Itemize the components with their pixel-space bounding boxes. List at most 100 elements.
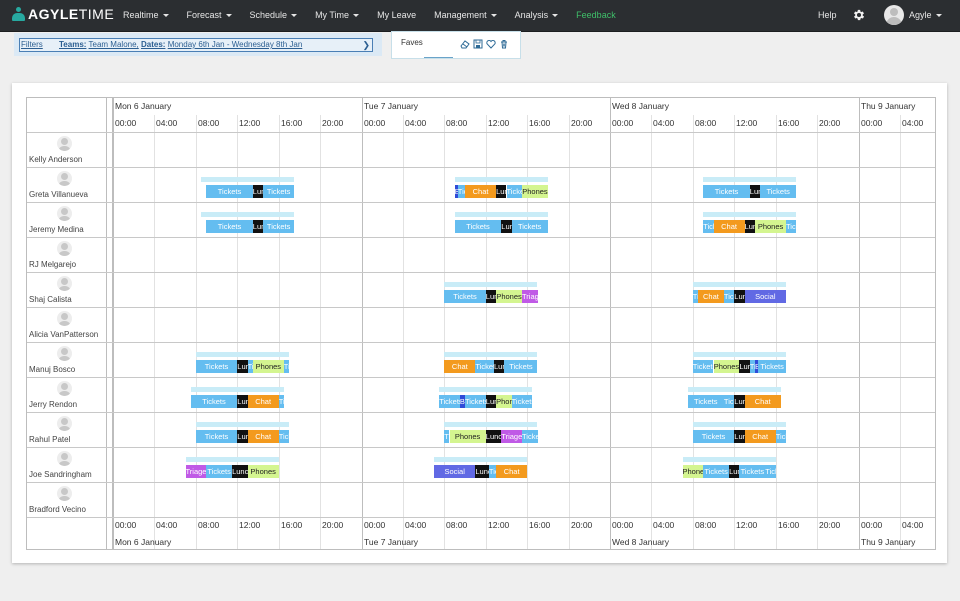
activity-lunch[interactable]: Lunch: [475, 465, 489, 478]
shift-bar[interactable]: [195, 422, 289, 427]
shift-bar[interactable]: [195, 352, 289, 357]
activity-tickets[interactable]: Tickets: [723, 290, 735, 303]
activity-tickets[interactable]: Tickets: [454, 220, 502, 233]
filters-summary[interactable]: Filters Teams: Team Malone, Dates: Monda…: [19, 38, 373, 52]
activity-tickets[interactable]: Tickets: [195, 430, 238, 443]
chevron-right-icon[interactable]: ❯: [362, 40, 370, 50]
activity-lunch[interactable]: Lunch: [739, 360, 750, 373]
person-rj-melgarejo[interactable]: RJ Melgarejo: [27, 238, 106, 273]
shift-bar[interactable]: [190, 387, 284, 392]
shift-bar[interactable]: [703, 177, 797, 182]
agyletime-logo[interactable]: AGYLETIME: [12, 6, 114, 22]
activity-tickets[interactable]: Tickets: [765, 465, 776, 478]
activity-chat[interactable]: Chat: [698, 290, 724, 303]
activity-lunch[interactable]: Lunch: [252, 220, 264, 233]
activity-tickets[interactable]: Tickets: [687, 395, 724, 408]
person-alicia-vanpatterson[interactable]: Alicia VanPatterson: [27, 308, 106, 343]
activity-tickets[interactable]: Tickets: [703, 465, 730, 478]
person-greta-villanueva[interactable]: Greta Villanueva: [27, 168, 106, 203]
person-manuj-bosco[interactable]: Manuj Bosco: [27, 343, 106, 378]
activity-tickets[interactable]: Tickets: [283, 360, 289, 373]
activity-lunch[interactable]: Lunch: [744, 220, 755, 233]
nav-item-my-leave[interactable]: My Leave: [368, 0, 425, 31]
gear-icon[interactable]: [852, 8, 866, 22]
filters-link[interactable]: Filters: [21, 40, 43, 49]
activity-tickets[interactable]: Tickets: [263, 185, 295, 198]
activity-tickets[interactable]: Tickets: [206, 465, 233, 478]
activity-lunch[interactable]: Lunch: [501, 220, 512, 233]
nav-item-management[interactable]: Management: [425, 0, 506, 31]
shift-bar[interactable]: [201, 212, 295, 217]
activity-tickets[interactable]: Tickets: [511, 220, 548, 233]
nav-item-analysis[interactable]: Analysis: [506, 0, 568, 31]
activity-social[interactable]: Social: [434, 465, 476, 478]
person-bradford-vecino[interactable]: Bradford Vecino: [27, 483, 106, 518]
shift-bar[interactable]: [692, 422, 786, 427]
activity-lunch[interactable]: Lunch: [237, 430, 248, 443]
nav-item-schedule[interactable]: Schedule: [241, 0, 307, 31]
person-jerry-rendon[interactable]: Jerry Rendon: [27, 378, 106, 413]
activity-phones[interactable]: Phones: [252, 360, 284, 373]
shift-bar[interactable]: [687, 387, 781, 392]
eraser-icon[interactable]: [460, 39, 470, 49]
activity-tickets[interactable]: Tickets: [692, 360, 714, 373]
help-link[interactable]: Help: [818, 0, 837, 31]
activity-lunch[interactable]: Lunch: [734, 395, 745, 408]
activity-phones[interactable]: Phones: [247, 465, 279, 478]
activity-phones[interactable]: Phones: [496, 290, 522, 303]
activity-tickets[interactable]: Tickets: [760, 185, 797, 198]
nav-item-my-time[interactable]: My Time: [306, 0, 368, 31]
person-jeremy-medina[interactable]: Jeremy Medina: [27, 203, 106, 238]
activity-tickets[interactable]: Tickets: [488, 465, 497, 478]
activity-lunch[interactable]: Lunch: [734, 430, 745, 443]
activity-chat[interactable]: Chat: [713, 220, 745, 233]
shift-bar[interactable]: [201, 177, 295, 182]
shift-bar[interactable]: [692, 282, 786, 287]
heart-icon[interactable]: [486, 39, 496, 49]
activity-tickets[interactable]: Tickets: [506, 185, 522, 198]
nav-item-forecast[interactable]: Forecast: [178, 0, 241, 31]
activity-tickets[interactable]: Tickets: [739, 465, 766, 478]
activity-tickets[interactable]: Tickets: [465, 395, 486, 408]
activity-tickets[interactable]: Tickets: [206, 220, 253, 233]
trash-icon[interactable]: [499, 39, 509, 49]
activity-chat[interactable]: Chat: [247, 430, 279, 443]
shift-bar[interactable]: [692, 352, 786, 357]
activity-tickets[interactable]: Tickets: [692, 430, 735, 443]
activity-triage[interactable]: Triage: [522, 290, 538, 303]
activity-lunch[interactable]: Lunch: [729, 465, 740, 478]
activity-lunch[interactable]: Lunch: [485, 290, 497, 303]
activity-lunch[interactable]: Lunch: [485, 395, 497, 408]
activity-lunch[interactable]: Lunch: [485, 430, 502, 443]
activity-social[interactable]: Social: [744, 290, 786, 303]
user-menu[interactable]: Agyle: [884, 5, 942, 25]
shift-bar[interactable]: [703, 212, 797, 217]
activity-tickets[interactable]: Tickets: [786, 220, 797, 233]
faves-tab[interactable]: Faves: [401, 38, 423, 47]
shift-bar[interactable]: [444, 422, 538, 427]
person-joe-sandringham[interactable]: Joe Sandringham: [27, 448, 106, 483]
activity-phones[interactable]: Phones: [682, 465, 704, 478]
activity-lunch[interactable]: Lunch: [237, 395, 248, 408]
activity-tickets[interactable]: Tickets: [723, 395, 735, 408]
shift-bar[interactable]: [444, 352, 538, 357]
activity-phones[interactable]: Phones: [522, 185, 548, 198]
activity-chat[interactable]: Chat: [444, 360, 476, 373]
person-rahul-patel[interactable]: Rahul Patel: [27, 413, 106, 448]
activity-tickets[interactable]: Tickets: [522, 430, 538, 443]
activity-lunch[interactable]: Lunch: [734, 290, 745, 303]
activity-tickets[interactable]: Tickets: [439, 395, 460, 408]
shift-bar[interactable]: [434, 457, 528, 462]
activity-tickets[interactable]: Tickets: [511, 395, 533, 408]
activity-triage[interactable]: Triage: [501, 430, 522, 443]
person-kelly-anderson[interactable]: Kelly Anderson: [27, 133, 106, 168]
shift-bar[interactable]: [454, 212, 548, 217]
activity-lunch[interactable]: Lunch: [494, 360, 505, 373]
nav-item-feedback[interactable]: Feedback: [567, 0, 625, 31]
activity-tickets[interactable]: Tickets: [278, 395, 284, 408]
shift-bar[interactable]: [444, 282, 538, 287]
activity-tickets[interactable]: Tickets: [703, 185, 750, 198]
save-icon[interactable]: [473, 39, 483, 49]
activity-tickets[interactable]: Tickets: [195, 360, 238, 373]
activity-tickets[interactable]: Tickets: [775, 430, 787, 443]
